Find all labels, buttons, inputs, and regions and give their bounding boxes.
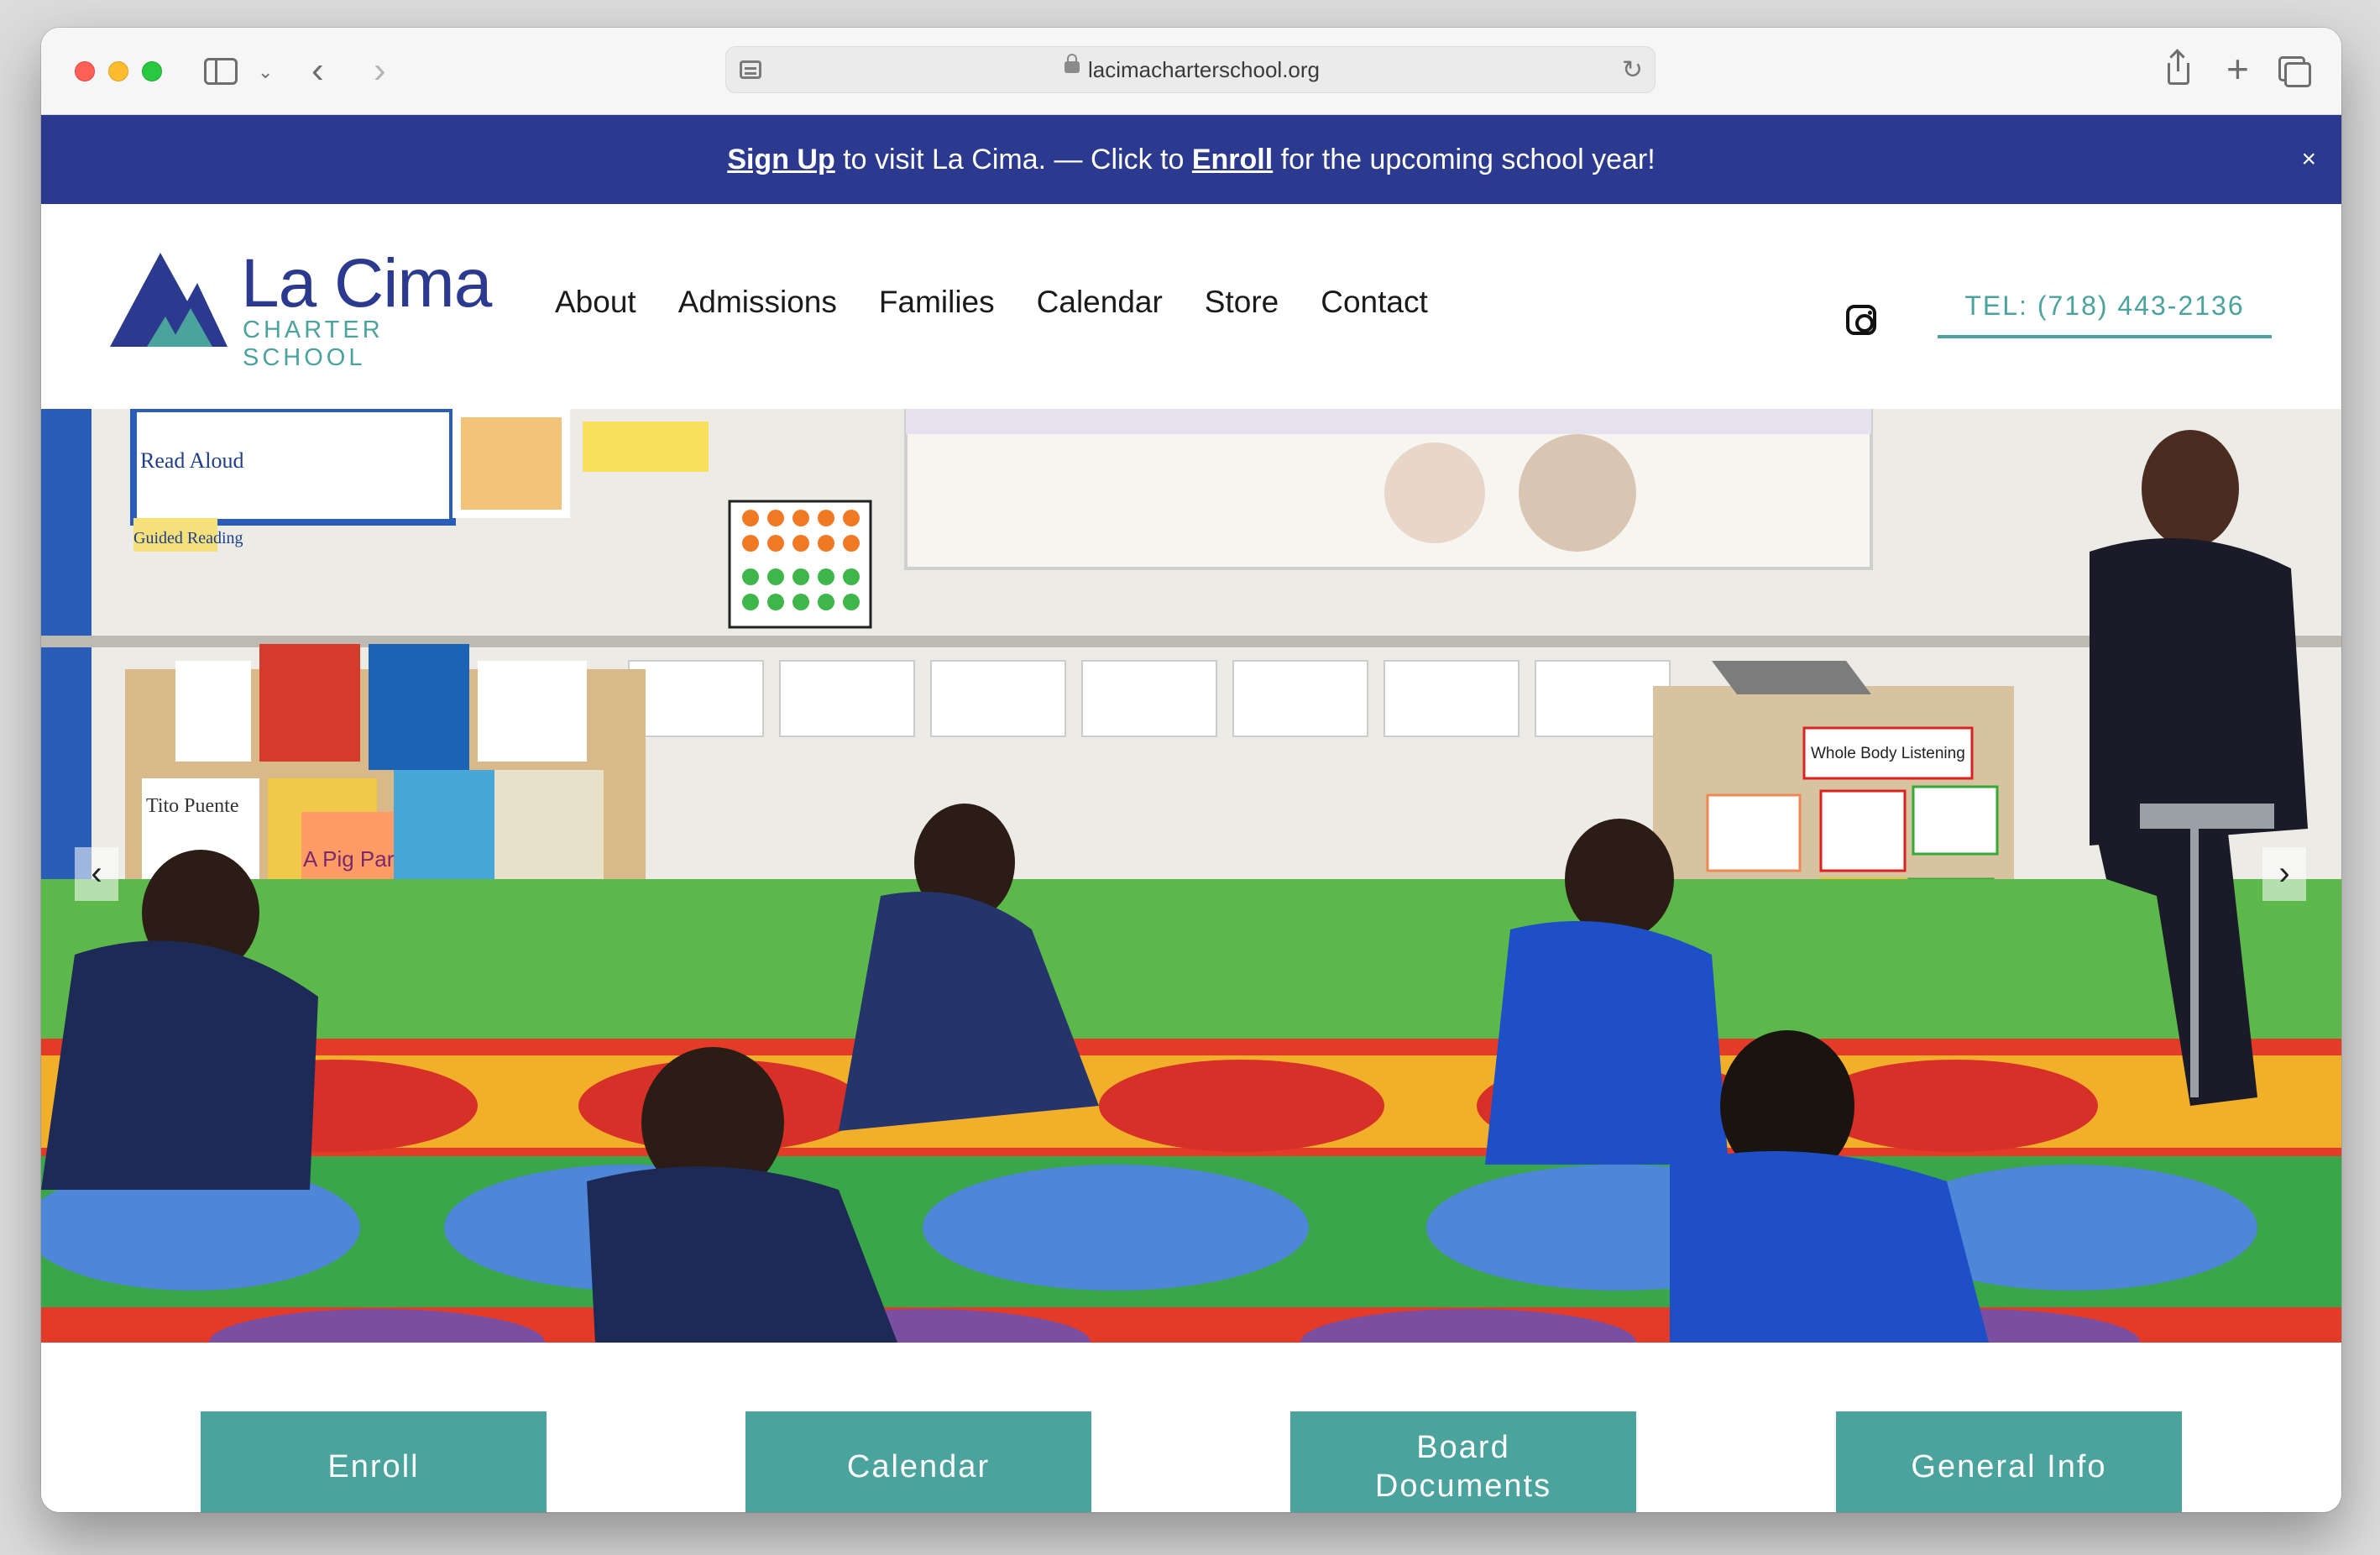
site-logo[interactable]: La Cima CHARTER SCHOOL <box>110 245 505 371</box>
back-arrow-icon[interactable]: ‹ <box>311 50 324 92</box>
board-documents-label: Board Documents <box>1374 1430 1552 1504</box>
phone-link[interactable]: TEL: (718) 443-2136 <box>1938 278 2272 338</box>
lock-icon <box>1064 54 1080 73</box>
site-header: La Cima CHARTER SCHOOL About Admissions … <box>41 204 2341 409</box>
signup-link[interactable]: Sign Up <box>727 144 834 175</box>
classroom-hero-image: Read Aloud Guided Reading Tito Puente A … <box>41 409 2341 1343</box>
reload-icon[interactable]: ↻ <box>1622 55 1643 85</box>
read-aloud-label: Read Aloud <box>140 448 244 473</box>
main-nav: About Admissions Families Calendar Store… <box>555 285 1470 320</box>
announcement-text-1: to visit La Cima. — Click to <box>834 144 1192 175</box>
chevron-down-icon[interactable]: ⌄ <box>258 61 273 83</box>
address-bar[interactable]: lacimacharterschool.org ↻ <box>725 46 1656 93</box>
instagram-icon[interactable] <box>1846 305 1876 335</box>
new-tab-icon[interactable]: + <box>2226 46 2249 92</box>
board-documents-button[interactable]: Board Documents <box>1290 1411 1636 1512</box>
quick-links: Enroll Calendar Board Documents General … <box>41 1343 2341 1512</box>
nav-item-families[interactable]: Families <box>879 285 995 320</box>
logo-subtitle: CHARTER SCHOOL <box>243 317 384 371</box>
minimize-window-button[interactable] <box>108 61 128 81</box>
nav-item-admissions[interactable]: Admissions <box>678 285 837 320</box>
nav-item-store[interactable]: Store <box>1205 285 1279 320</box>
book-tito-puente: Tito Puente <box>146 795 238 817</box>
page-settings-icon[interactable] <box>740 60 761 79</box>
enroll-link[interactable]: Enroll <box>1192 144 1273 175</box>
url-text[interactable]: lacimacharterschool.org <box>1088 57 1320 83</box>
tab-overview-icon[interactable] <box>2278 56 2311 87</box>
nav-item-contact[interactable]: Contact <box>1321 285 1428 320</box>
slideshow-next-button[interactable]: › <box>2262 847 2306 901</box>
nav-item-about[interactable]: About <box>555 285 636 320</box>
logo-title: La Cima <box>241 245 492 322</box>
browser-window: ⌄ ‹ › lacimacharterschool.org ↻ + Sign U… <box>41 28 2341 1512</box>
zoom-window-button[interactable] <box>142 61 162 81</box>
browser-toolbar: ⌄ ‹ › lacimacharterschool.org ↻ + <box>41 28 2341 115</box>
close-window-button[interactable] <box>75 61 95 81</box>
close-icon[interactable]: × <box>2301 115 2316 204</box>
announcement-bar: Sign Up to visit La Cima. — Click to Enr… <box>41 115 2341 204</box>
enroll-button[interactable]: Enroll <box>201 1411 547 1512</box>
mountain-logo-icon <box>110 253 228 347</box>
announcement-text-2: for the upcoming school year! <box>1273 144 1656 175</box>
hero-slideshow: Read Aloud Guided Reading Tito Puente A … <box>41 409 2341 1343</box>
nav-item-calendar[interactable]: Calendar <box>1037 285 1163 320</box>
whole-body-listening-label: Whole Body Listening <box>1811 745 1965 762</box>
forward-arrow-icon[interactable]: › <box>374 50 386 92</box>
guided-reading-label: Guided Reading <box>133 529 243 547</box>
sidebar-toggle-icon[interactable] <box>204 58 238 85</box>
share-icon[interactable] <box>2166 51 2191 85</box>
calendar-button[interactable]: Calendar <box>745 1411 1091 1512</box>
slideshow-prev-button[interactable]: ‹ <box>75 847 118 901</box>
general-info-button[interactable]: General Info <box>1836 1411 2182 1512</box>
